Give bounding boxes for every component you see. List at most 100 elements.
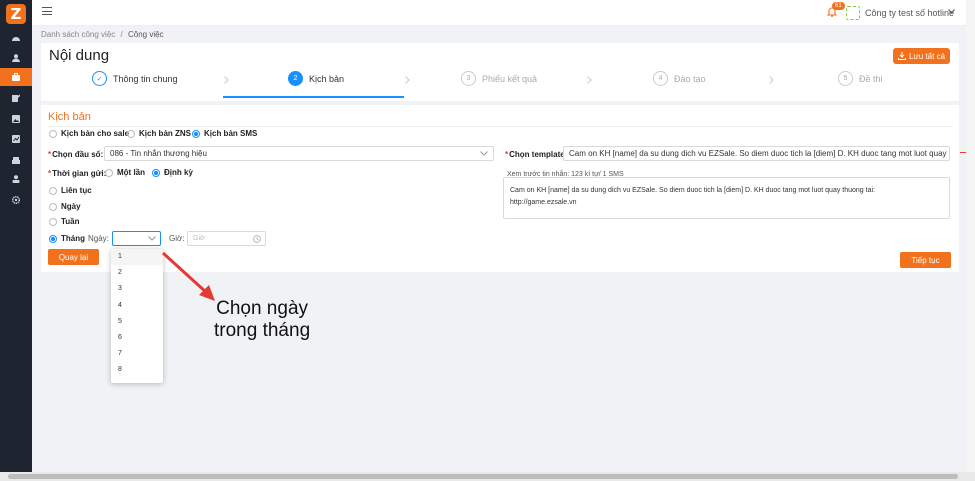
page-title: Nội dung — [49, 47, 110, 64]
radio-circle — [49, 186, 57, 195]
sidebar: Z — [0, 0, 32, 481]
required-mark: * — [48, 169, 52, 178]
user-icon[interactable] — [0, 49, 32, 67]
avatar[interactable] — [846, 6, 860, 20]
annotation-line-2: trong tháng — [214, 320, 311, 341]
radio-circle — [105, 168, 113, 177]
time-label: Giờ: — [169, 234, 185, 243]
company-name[interactable]: Công ty test số hotline — [865, 8, 954, 18]
preview-textarea[interactable]: Cam on KH [name] da su dung dich vu EZSa… — [503, 177, 950, 219]
edge-marker — [960, 152, 966, 153]
chevron-right-icon — [224, 76, 229, 84]
radio-label: Liên tục — [61, 186, 92, 195]
breadcrumb-parent[interactable]: Danh sách công việc — [41, 30, 115, 39]
step-result-form[interactable]: 3 Phiếu kết quả — [461, 71, 537, 86]
radio-circle — [49, 234, 57, 243]
radio-label: Tháng — [61, 234, 85, 243]
radio-circle — [152, 168, 160, 177]
radio-sale-script[interactable]: Kịch bản cho sale — [49, 129, 129, 138]
chart-icon[interactable] — [0, 130, 32, 148]
section-title: Kịch bản — [48, 111, 91, 123]
chevron-right-icon — [769, 76, 774, 84]
day-select[interactable] — [112, 231, 161, 246]
radio-sms-script[interactable]: Kịch bản SMS — [192, 129, 257, 138]
radio-label: Kịch bản ZNS — [139, 129, 192, 138]
radio-monthly[interactable]: Tháng — [49, 234, 85, 243]
annotation-text: Chọn ngày trong tháng — [214, 298, 310, 342]
step-number: 2 — [288, 71, 303, 86]
radio-continuous[interactable]: Liên tục — [49, 186, 92, 195]
active-step-indicator — [223, 96, 404, 98]
chevron-down-icon — [148, 236, 156, 241]
save-all-label: Lưu tất cả — [908, 51, 946, 61]
breadcrumb: Danh sách công việc / Công việc — [41, 30, 164, 39]
radio-periodic[interactable]: Định kỳ — [152, 168, 193, 177]
app-logo[interactable]: Z — [6, 4, 26, 24]
day-option[interactable]: 5 — [111, 314, 163, 330]
breadcrumb-separator: / — [120, 30, 123, 39]
menu-toggle-icon[interactable] — [42, 7, 52, 15]
time-input[interactable]: Giờ — [187, 231, 266, 246]
template-label-text: Chọn template: — [509, 150, 568, 159]
day-option[interactable]: 8 — [111, 362, 163, 378]
step-training[interactable]: 4 Đào tạo — [653, 71, 706, 86]
step-label: Kịch bản — [309, 73, 345, 84]
step-label: Đào tạo — [674, 73, 706, 84]
radio-label: Kịch bản cho sale — [61, 129, 130, 138]
chevron-down-icon — [480, 151, 488, 156]
content-header-card: Nội dung Lưu tất cả ✓ Thông tin chung 2 … — [41, 43, 959, 101]
radio-circle — [127, 129, 135, 138]
radio-circle — [49, 217, 57, 226]
radio-label: Tuần — [61, 217, 80, 226]
step-label: Phiếu kết quả — [482, 73, 538, 84]
radio-zns-script[interactable]: Kịch bản ZNS — [127, 129, 191, 138]
head-number-value: 086 - Tin nhắn thương hiệu — [110, 149, 207, 158]
top-bar: 61 Công ty test số hotline — [32, 0, 975, 26]
scrollbar-thumb[interactable] — [8, 474, 958, 479]
section-divider — [48, 126, 953, 127]
save-all-button[interactable]: Lưu tất cả — [893, 48, 950, 64]
step-number: 4 — [653, 71, 668, 86]
gear-icon[interactable] — [0, 191, 32, 209]
chevron-down-icon[interactable] — [948, 9, 955, 14]
notification-badge: 61 — [832, 2, 845, 10]
preview-line-2: http://game.ezsale.vn — [510, 199, 577, 206]
send-time-label: *Thời gian gửi: — [48, 169, 106, 178]
preview-line-1: Cam on KH [name] da su dung dich vu EZSa… — [510, 187, 875, 194]
head-number-select[interactable]: 086 - Tin nhắn thương hiệu — [104, 146, 494, 161]
step-exam[interactable]: 5 Đề thi — [838, 71, 883, 86]
step-number: 5 — [838, 71, 853, 86]
day-label: Ngày: — [88, 234, 109, 243]
step-general-info[interactable]: ✓ Thông tin chung — [92, 71, 178, 86]
breadcrumb-current: Công việc — [127, 30, 164, 39]
clock-icon — [253, 235, 261, 243]
edit-icon[interactable] — [0, 89, 32, 107]
step-script[interactable]: 2 Kịch bản — [288, 71, 344, 86]
image-icon[interactable] — [0, 110, 32, 128]
step-label: Đề thi — [859, 73, 883, 84]
chevron-right-icon — [405, 76, 410, 84]
step-number: 3 — [461, 71, 476, 86]
required-mark: * — [48, 150, 52, 159]
template-label: *Chọn template: — [505, 150, 567, 159]
day-option[interactable]: 7 — [111, 346, 163, 362]
template-select[interactable]: Cam on KH [name] da su dung dich vu EZSa… — [563, 146, 950, 161]
radio-circle — [192, 129, 200, 138]
building-icon[interactable] — [0, 151, 32, 169]
radio-circle — [49, 129, 57, 138]
send-time-label-text: Thời gian gửi: — [52, 169, 107, 178]
radio-weekly[interactable]: Tuần — [49, 217, 80, 226]
back-button[interactable]: Quay lại — [48, 249, 99, 265]
briefcase-icon[interactable] — [0, 68, 32, 86]
template-value: Cam on KH [name] da su dung dich vu EZSa… — [569, 149, 950, 158]
day-option[interactable]: 6 — [111, 330, 163, 346]
user-group-icon[interactable] — [0, 170, 32, 188]
next-button[interactable]: Tiếp tục — [900, 252, 951, 268]
head-number-label: *Chọn đầu số: — [48, 150, 103, 159]
radio-label: Một lần — [117, 168, 145, 177]
radio-daily[interactable]: Ngày — [49, 202, 81, 211]
radio-once[interactable]: Một lần — [105, 168, 145, 177]
dashboard-icon[interactable] — [0, 30, 32, 48]
vertical-scrollbar[interactable] — [966, 0, 975, 472]
step-check-icon: ✓ — [92, 71, 107, 86]
